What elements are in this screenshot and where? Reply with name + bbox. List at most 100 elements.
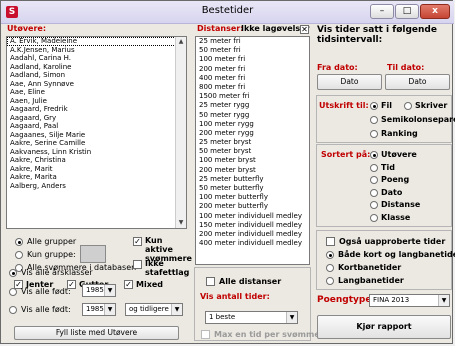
distance-list-item[interactable]: 100 meter butterfly bbox=[196, 193, 309, 202]
radio-all-classes[interactable] bbox=[9, 269, 17, 277]
year-select-1[interactable]: 1985 ▼ bbox=[82, 284, 116, 297]
check-not-team[interactable]: ✕ bbox=[300, 25, 309, 34]
radio-all-groups[interactable] bbox=[15, 238, 23, 246]
radio-sort-4[interactable] bbox=[370, 201, 378, 209]
scroll-down-icon[interactable]: ▼ bbox=[176, 218, 186, 228]
scroll-up-icon[interactable]: ▲ bbox=[176, 37, 186, 47]
radio-sort-3[interactable] bbox=[370, 188, 378, 197]
label-sort-1: Tid bbox=[381, 162, 395, 172]
to-date-button[interactable]: Dato bbox=[385, 74, 450, 90]
check-no-relay[interactable] bbox=[133, 260, 142, 269]
distance-list-item[interactable]: 100 meter bryst bbox=[196, 156, 309, 165]
swimmer-list-item[interactable]: Aakre, Marit bbox=[7, 165, 186, 174]
swimmer-list-item[interactable]: Aae, Ann Synnøve bbox=[7, 80, 186, 89]
minimize-button[interactable]: – bbox=[370, 4, 394, 19]
radio-printer[interactable] bbox=[404, 102, 412, 110]
distance-list-item[interactable]: 200 meter bryst bbox=[196, 166, 309, 175]
maximize-button[interactable]: □ bbox=[395, 4, 419, 19]
radio-only-group[interactable] bbox=[15, 251, 23, 259]
label-ranking: Ranking bbox=[381, 129, 418, 138]
radio-born-1[interactable] bbox=[9, 288, 17, 296]
radio-pool-0[interactable] bbox=[326, 251, 334, 259]
distance-list-item[interactable]: 50 meter bryst bbox=[196, 147, 309, 156]
distance-list-item[interactable]: 1500 meter fri bbox=[196, 92, 309, 101]
check-unapproved[interactable] bbox=[326, 237, 335, 246]
radio-sort-5[interactable] bbox=[370, 213, 378, 222]
bestetider-window: S Bestetider – □ x Utøvere: A. Ervik, Ma… bbox=[0, 0, 455, 344]
radio-pool-1[interactable] bbox=[326, 264, 334, 272]
distance-list-item[interactable]: 200 meter rygg bbox=[196, 129, 309, 138]
distance-list-item[interactable]: 800 meter fri bbox=[196, 83, 309, 92]
distance-list-item[interactable]: 25 meter butterfly bbox=[196, 175, 309, 184]
swimmer-list-item[interactable]: Aae, Eline bbox=[7, 88, 186, 97]
label-born-1: Vis alle født: bbox=[21, 287, 71, 296]
distance-list-item[interactable]: 50 meter butterfly bbox=[196, 184, 309, 193]
year-select-2[interactable]: 1985 ▼ bbox=[82, 303, 116, 316]
show-times-select[interactable]: 1 beste ▼ bbox=[205, 311, 298, 324]
label-only-group: Kun gruppe: bbox=[27, 250, 76, 259]
close-button[interactable]: x bbox=[420, 4, 450, 19]
label-no-relay: Ikke stafettlag bbox=[145, 259, 190, 277]
from-date-label: Fra dato: bbox=[317, 63, 358, 72]
swimmer-list-item[interactable]: Aaen, Julie bbox=[7, 97, 186, 106]
from-date-button[interactable]: Dato bbox=[317, 74, 382, 90]
radio-ranking[interactable] bbox=[370, 130, 378, 138]
radio-sort-2[interactable] bbox=[370, 176, 378, 184]
sort-group: Sortert på: Utøvere Tid Poeng Dato Distanse K… bbox=[316, 144, 452, 227]
distance-list-item[interactable]: 400 meter individuell medley bbox=[196, 239, 309, 248]
swimmers-list[interactable]: A. Ervik, Madeleine A.K.Jensen, Marius Aad… bbox=[6, 36, 187, 229]
label-pool-2: Langbanetider bbox=[338, 276, 404, 285]
fill-list-button[interactable]: Fyll liste med Utøvere bbox=[14, 326, 179, 340]
points-label: Poengtype: bbox=[317, 295, 376, 305]
group-filter: Alle grupper Kun gruppe: Alle svømmere i… bbox=[5, 232, 192, 277]
label-show-times: Vis antall tider: bbox=[200, 292, 270, 301]
chevron-down-icon: ▼ bbox=[104, 285, 115, 296]
qualifier-select[interactable]: og tidligere ▼ bbox=[125, 303, 183, 316]
radio-semicolon[interactable] bbox=[370, 116, 378, 124]
swimmer-list-item[interactable]: Aadland, Simon bbox=[7, 71, 186, 80]
swimmer-list-item[interactable]: Aakre, Christina bbox=[7, 156, 186, 165]
distance-list-item[interactable]: 100 meter individuell medley bbox=[196, 212, 309, 221]
swimmer-list-item[interactable]: Aagaard, Fredrik bbox=[7, 105, 186, 114]
check-all-distances[interactable] bbox=[206, 277, 215, 286]
check-mixed[interactable]: ✓ bbox=[124, 280, 133, 289]
swimmer-list-item[interactable]: Aadahl, Carina H. bbox=[7, 54, 186, 63]
check-max-one[interactable] bbox=[201, 330, 210, 339]
distance-list-item[interactable]: 200 meter fri bbox=[196, 65, 309, 74]
radio-file[interactable] bbox=[370, 102, 378, 110]
swimmer-list-item[interactable]: Aakvaness, Linn Kristin bbox=[7, 148, 186, 157]
distances-list[interactable]: 25 meter fri 50 meter fri 100 meter fri 200… bbox=[195, 36, 310, 265]
label-pool-1: Kortbanetider bbox=[338, 263, 402, 272]
swimmer-list-item[interactable]: Aakre, Serine Camille bbox=[7, 139, 186, 148]
swimmer-list-item[interactable]: Aagaard, Paal bbox=[7, 122, 186, 131]
distance-list-item[interactable]: 50 meter rygg bbox=[196, 111, 309, 120]
swimmer-list-item[interactable]: A.K.Jensen, Marius bbox=[7, 46, 186, 55]
distance-list-item[interactable]: 400 meter fri bbox=[196, 74, 309, 83]
distance-list-item[interactable]: 100 meter rygg bbox=[196, 120, 309, 129]
check-only-active[interactable]: ✓ bbox=[133, 237, 142, 246]
radio-born-2[interactable] bbox=[9, 306, 17, 314]
distance-list-item[interactable]: 25 meter bryst bbox=[196, 138, 309, 147]
swimmer-list-item[interactable]: Aagaard, Gry bbox=[7, 114, 186, 123]
swimmer-list-item[interactable]: Aadland, Karoline bbox=[7, 63, 186, 72]
distance-list-item[interactable]: 150 meter individuell medley bbox=[196, 221, 309, 230]
label-semicolon: Semikolonseparert bbox=[381, 115, 455, 124]
distance-list-item[interactable]: 25 meter fri bbox=[196, 37, 309, 46]
distance-list-item[interactable]: 200 meter individuell medley bbox=[196, 230, 309, 239]
radio-pool-2[interactable] bbox=[326, 277, 334, 285]
maximize-icon: □ bbox=[402, 6, 412, 16]
swimmer-list-item[interactable]: Aakre, Marita bbox=[7, 173, 186, 182]
distance-list-item[interactable]: 100 meter fri bbox=[196, 55, 309, 64]
points-select[interactable]: FINA 2013 ▼ bbox=[369, 294, 450, 307]
radio-sort-0[interactable] bbox=[370, 151, 378, 159]
group-select-box[interactable] bbox=[80, 245, 106, 263]
swimmers-scrollbar[interactable]: ▲ ▼ bbox=[175, 37, 186, 228]
distance-list-item[interactable]: 50 meter fri bbox=[196, 46, 309, 55]
run-report-button[interactable]: Kjør rapport bbox=[317, 315, 451, 339]
distance-list-item[interactable]: 25 meter rygg bbox=[196, 101, 309, 110]
distance-list-item[interactable]: 200 meter butterfly bbox=[196, 202, 309, 211]
swimmer-list-item[interactable]: Aalberg, Anders bbox=[7, 182, 186, 191]
radio-sort-1[interactable] bbox=[370, 163, 378, 172]
swimmer-list-item[interactable]: Aagaanes, Silje Marie bbox=[7, 131, 186, 140]
swimmer-list-item[interactable]: A. Ervik, Madeleine bbox=[7, 37, 186, 46]
